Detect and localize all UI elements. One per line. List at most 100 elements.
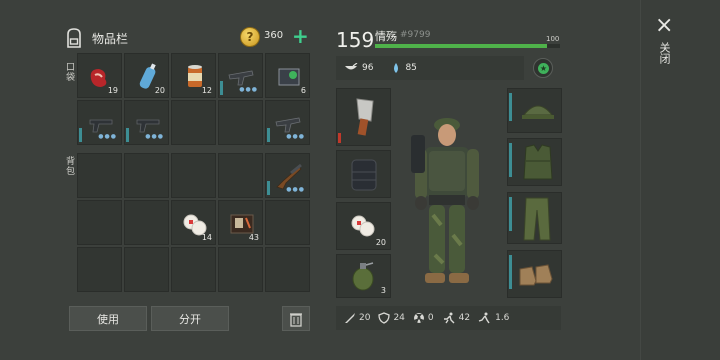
durability-bar <box>79 128 82 142</box>
backpack-slot[interactable] <box>124 200 169 245</box>
pocket-label: 口袋 <box>64 62 74 82</box>
durability-bar <box>509 93 512 121</box>
hp-bar <box>375 44 560 48</box>
star-icon: ★ <box>538 63 549 74</box>
backpack-slot[interactable] <box>171 247 216 292</box>
stealth-icon <box>478 312 490 324</box>
pocket-slot-8[interactable] <box>171 100 216 145</box>
backpack-slot[interactable] <box>77 153 122 198</box>
hunger-value: 96 <box>362 63 374 73</box>
speed-stat: 42 <box>442 312 470 324</box>
backpack-slot[interactable] <box>124 153 169 198</box>
stealth-stat: 1.6 <box>478 312 509 324</box>
pocket-slot-3[interactable]: 12 <box>171 53 216 98</box>
helmet-slot[interactable] <box>507 88 562 133</box>
side-panel <box>640 0 720 360</box>
item-count: 3 <box>380 286 386 295</box>
backpack-slot[interactable] <box>124 247 169 292</box>
durability-bar <box>509 197 512 231</box>
close-icon[interactable]: × <box>655 13 673 38</box>
pocket-slot-6[interactable]: ●●● <box>77 100 122 145</box>
hp-bar-fill <box>375 44 548 48</box>
attack-stat: 20 <box>344 312 370 324</box>
boots-icon <box>519 264 553 286</box>
backpack-label: 背包 <box>64 156 74 176</box>
status-row: 96 85 <box>336 56 524 80</box>
backpack-slot[interactable]: 14 <box>171 200 216 245</box>
grenade-icon <box>352 262 374 291</box>
backpack-slot[interactable] <box>218 153 263 198</box>
inventory-title: 物品栏 <box>92 31 129 46</box>
defense-icon <box>378 312 391 324</box>
character-name: 情殇 <box>375 30 397 43</box>
item-count: 6 <box>300 86 306 95</box>
item-count: 19 <box>107 86 118 95</box>
medical-slot[interactable]: 20 <box>336 202 391 250</box>
backpack-icon <box>67 28 81 48</box>
use-button[interactable]: 使用 <box>69 306 147 331</box>
grenade-slot[interactable]: 3 <box>336 254 391 298</box>
item-count: 43 <box>248 233 259 242</box>
backpack-slot[interactable]: 43 <box>218 200 263 245</box>
backpack-slot[interactable] <box>218 247 263 292</box>
durability-bar <box>267 128 270 142</box>
stealth-value: 1.6 <box>495 313 510 323</box>
durability-dots: ●●● <box>98 133 117 140</box>
weapon-slot[interactable] <box>336 88 391 146</box>
bandage-icon <box>351 215 375 237</box>
durability-dots: ●●● <box>239 86 258 93</box>
pocket-slot-4[interactable]: ●●● <box>218 53 263 98</box>
backpack-slot[interactable] <box>265 200 310 245</box>
attack-value: 20 <box>359 313 371 323</box>
pocket-slot-2[interactable]: 20 <box>124 53 169 98</box>
item-count: 12 <box>201 86 212 95</box>
coin-icon: ? <box>240 27 260 47</box>
item-count: 20 <box>154 86 165 95</box>
backpack-slot[interactable] <box>77 200 122 245</box>
radiation-icon <box>413 313 424 323</box>
durability-bar <box>267 181 270 195</box>
pocket-slot-9[interactable] <box>218 100 263 145</box>
character-id: #9799 <box>400 30 431 40</box>
attack-icon <box>345 313 355 323</box>
thirst-icon <box>394 63 399 73</box>
hunger-icon <box>345 63 358 70</box>
inventory-header: 物品栏 ? 360 + <box>62 24 312 52</box>
vest-slot[interactable] <box>507 138 562 186</box>
perk-button[interactable]: ★ <box>533 58 553 78</box>
split-button[interactable]: 分开 <box>151 306 229 331</box>
item-count: 14 <box>201 233 212 242</box>
close-button-label[interactable]: 关闭 <box>656 42 672 64</box>
defense-stat: 24 <box>378 312 405 324</box>
thirst-value: 85 <box>405 63 417 73</box>
backpack-slot-equip[interactable] <box>336 150 391 198</box>
pocket-slot-1[interactable]: 19 <box>77 53 122 98</box>
backpack-slot[interactable] <box>171 153 216 198</box>
radiation-stat: 0 <box>413 312 434 324</box>
durability-dots: ●●● <box>286 133 305 140</box>
pocket-slot-5[interactable]: 6 <box>265 53 310 98</box>
pants-slot[interactable] <box>507 192 562 244</box>
coin-balance: 360 <box>264 30 284 41</box>
boots-slot[interactable] <box>507 250 562 298</box>
radiation-value: 0 <box>427 313 434 323</box>
vest-icon <box>523 144 553 180</box>
durability-dots: ●●● <box>286 186 305 193</box>
speed-icon <box>443 312 455 324</box>
durability-bar <box>509 255 512 289</box>
backpack-slot[interactable] <box>77 247 122 292</box>
cleaver-icon <box>356 98 374 136</box>
pocket-slot-10[interactable]: ●●● <box>265 100 310 145</box>
durability-dots: ●●● <box>145 133 164 140</box>
soldier-figure <box>411 118 479 283</box>
trash-button[interactable] <box>282 306 310 331</box>
pants-icon <box>523 197 551 241</box>
backpack-slot[interactable] <box>265 247 310 292</box>
durability-bar <box>126 128 129 142</box>
pocket-slot-7[interactable]: ●●● <box>124 100 169 145</box>
backpack-slot[interactable]: ●●● <box>265 153 310 198</box>
stats-bar: 20 24 0 42 1.6 <box>336 306 561 330</box>
backpack-icon <box>351 159 377 191</box>
trash-icon <box>290 312 302 327</box>
add-coins-button[interactable]: + <box>292 24 309 48</box>
